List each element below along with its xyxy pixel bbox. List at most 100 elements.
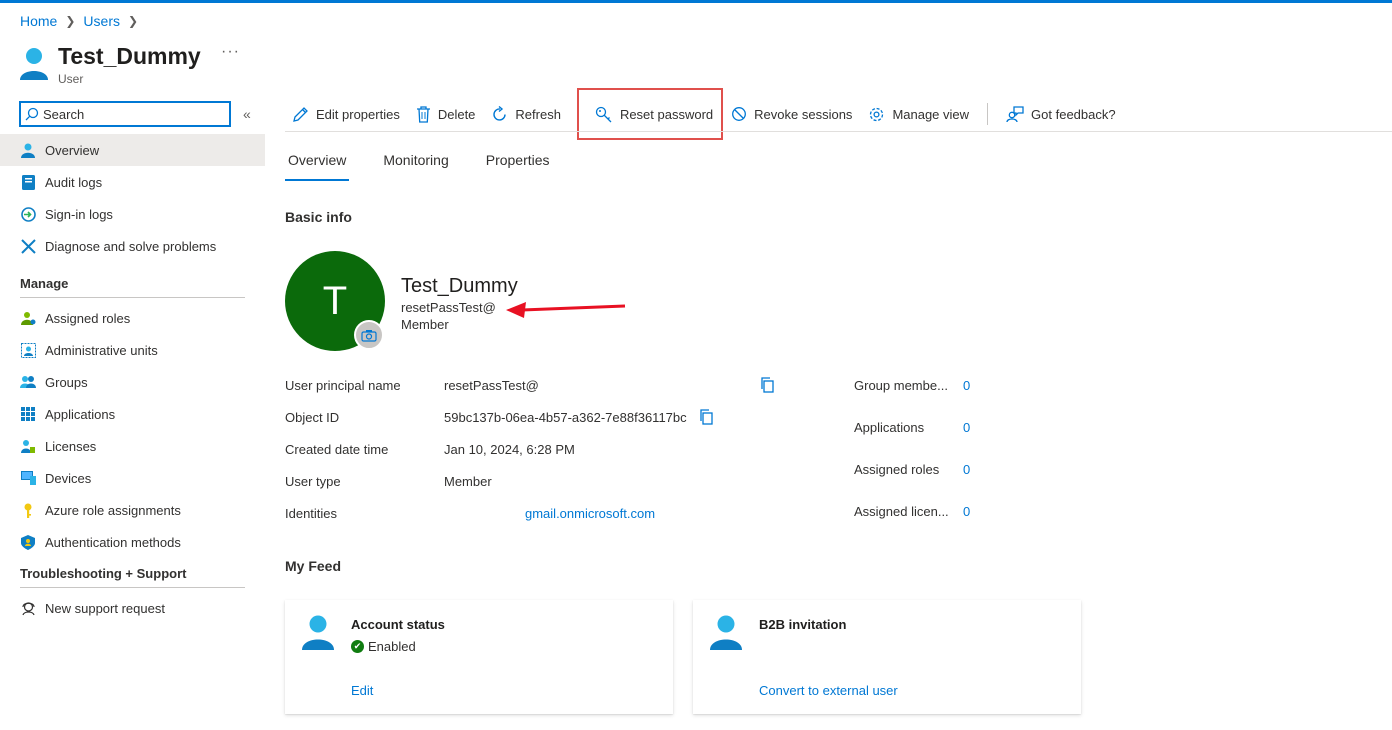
revoke-sessions-button[interactable]: Revoke sessions (731, 99, 852, 129)
sidebar-item-label: Azure role assignments (45, 502, 181, 518)
collapse-nav-button[interactable]: « (243, 106, 251, 122)
sidebar: Overview Audit logs Sign-in logs Diagnos… (0, 134, 265, 624)
refresh-icon (491, 105, 508, 123)
license-icon (20, 438, 36, 454)
sidebar-item-authentication-methods[interactable]: Authentication methods (0, 526, 265, 558)
roles-icon (20, 310, 36, 326)
user-icon (302, 615, 334, 650)
account-status-value: ✔ Enabled (351, 639, 416, 654)
top-accent-bar (0, 0, 1392, 3)
prop-label-identities: Identities (285, 506, 338, 521)
command-bar: Edit properties Delete Refresh Reset pas… (285, 88, 1132, 140)
sidebar-item-azure-role-assignments[interactable]: Azure role assignments (0, 494, 265, 526)
stat-label-licenses: Assigned licen... (854, 504, 949, 519)
sidebar-item-new-support-request[interactable]: New support request (0, 592, 265, 624)
groups-icon (20, 374, 36, 390)
toolbar-divider-line (285, 131, 1392, 132)
stat-value-roles[interactable]: 0 (963, 462, 970, 477)
tab-bar: Overview Monitoring Properties (285, 152, 584, 181)
edit-properties-label: Edit properties (316, 106, 400, 122)
edit-account-status-link[interactable]: Edit (351, 683, 373, 698)
stat-value-licenses[interactable]: 0 (963, 504, 970, 519)
sidebar-item-admin-units[interactable]: Administrative units (0, 334, 265, 366)
prop-label-created: Created date time (285, 442, 389, 457)
manage-view-label: Manage view (892, 106, 970, 122)
sidebar-item-label: Audit logs (45, 174, 103, 190)
refresh-label: Refresh (515, 106, 561, 122)
wrench-icon (20, 238, 36, 254)
card-title: B2B invitation (759, 617, 847, 632)
sidebar-item-assigned-roles[interactable]: Assigned roles (0, 302, 265, 334)
search-box[interactable] (19, 101, 231, 127)
sidebar-item-label: Diagnose and solve problems (45, 238, 217, 254)
sidebar-item-sign-in-logs[interactable]: Sign-in logs (0, 198, 265, 230)
account-status-card: Account status ✔ Enabled Edit (285, 600, 673, 714)
sidebar-item-audit-logs[interactable]: Audit logs (0, 166, 265, 198)
sidebar-item-applications[interactable]: Applications (0, 398, 265, 430)
sign-in-icon (20, 206, 36, 222)
got-feedback-label: Got feedback? (1031, 106, 1116, 122)
tab-properties[interactable]: Properties (483, 152, 553, 181)
stat-value-applications[interactable]: 0 (963, 420, 970, 435)
user-icon (20, 48, 48, 80)
change-photo-button[interactable] (354, 320, 384, 350)
breadcrumb: Home ❯ Users ❯ (20, 13, 146, 29)
toolbar-divider (987, 103, 989, 125)
sidebar-item-overview[interactable]: Overview (0, 134, 265, 166)
card-title: Account status (351, 617, 445, 632)
sidebar-item-label: Authentication methods (45, 534, 181, 550)
reset-password-button[interactable]: Reset password (576, 88, 724, 140)
copy-icon[interactable] (760, 377, 775, 393)
prop-value-upn: resetPassTest@ (444, 378, 539, 393)
gear-icon (868, 106, 885, 123)
profile-name: Test_Dummy (401, 275, 518, 297)
sidebar-item-label: Administrative units (45, 342, 158, 358)
user-icon (710, 615, 742, 650)
sidebar-item-diagnose[interactable]: Diagnose and solve problems (0, 230, 265, 262)
stat-value-groups[interactable]: 0 (963, 378, 970, 393)
breadcrumb-home[interactable]: Home (20, 13, 57, 29)
my-feed-heading: My Feed (285, 558, 342, 574)
sidebar-item-label: Sign-in logs (45, 206, 113, 222)
key-icon (20, 502, 36, 518)
prop-label-object-id: Object ID (285, 410, 340, 425)
got-feedback-button[interactable]: Got feedback? (1006, 99, 1116, 129)
breadcrumb-users[interactable]: Users (83, 13, 120, 29)
sidebar-item-devices[interactable]: Devices (0, 462, 265, 494)
tab-overview[interactable]: Overview (285, 152, 350, 181)
profile-upn: resetPassTest@ (401, 300, 496, 315)
sidebar-item-label: New support request (45, 600, 165, 616)
edit-properties-button[interactable]: Edit properties (292, 99, 400, 129)
reset-password-label: Reset password (619, 106, 714, 122)
sidebar-item-label: Licenses (45, 438, 97, 454)
page-subtitle: User (58, 72, 84, 86)
more-options-button[interactable]: ··· (221, 43, 240, 61)
prop-value-created: Jan 10, 2024, 6:28 PM (444, 442, 575, 457)
block-icon (731, 106, 747, 122)
support-icon (20, 600, 36, 616)
tab-monitoring[interactable]: Monitoring (380, 152, 451, 181)
refresh-button[interactable]: Refresh (491, 99, 561, 129)
copy-icon[interactable] (699, 409, 714, 425)
manage-view-button[interactable]: Manage view (868, 99, 969, 129)
search-input[interactable] (43, 106, 223, 122)
stat-label-applications: Applications (854, 420, 925, 435)
sidebar-section-manage: Manage (20, 276, 245, 298)
device-icon (20, 470, 36, 486)
sidebar-item-label: Groups (45, 374, 88, 390)
identities-link[interactable]: gmail.onmicrosoft.com (525, 506, 655, 521)
sidebar-item-label: Devices (45, 470, 92, 486)
delete-button[interactable]: Delete (416, 99, 475, 129)
trash-icon (416, 105, 431, 123)
convert-to-external-user-link[interactable]: Convert to external user (759, 683, 898, 698)
sidebar-item-groups[interactable]: Groups (0, 366, 265, 398)
prop-label-upn: User principal name (285, 378, 401, 393)
prop-value-user-type: Member (444, 474, 492, 489)
sidebar-item-licenses[interactable]: Licenses (0, 430, 265, 462)
apps-grid-icon (20, 406, 36, 422)
red-arrow-annotation (506, 302, 626, 318)
revoke-sessions-label: Revoke sessions (754, 106, 853, 122)
admin-units-icon (20, 342, 36, 358)
pencil-icon (292, 106, 309, 123)
feedback-icon (1006, 105, 1024, 123)
